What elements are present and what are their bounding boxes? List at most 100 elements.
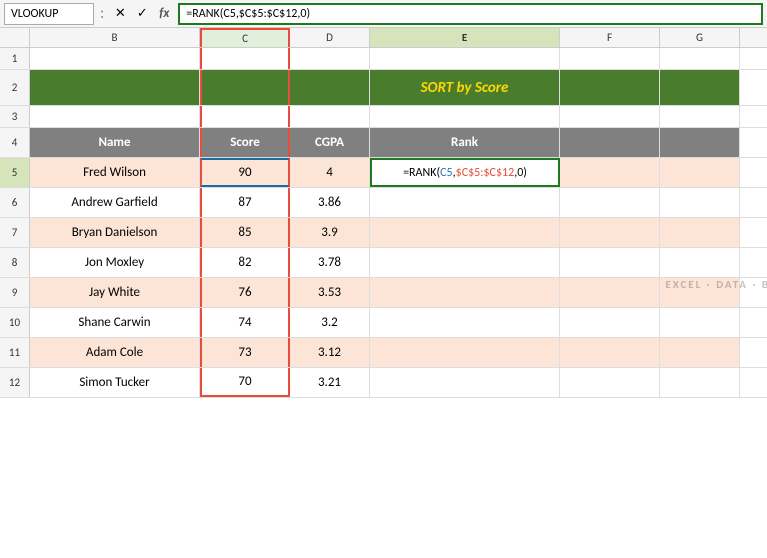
- cell-d3[interactable]: [290, 106, 370, 127]
- cell-c12[interactable]: 70: [200, 368, 290, 397]
- cell-c5[interactable]: 90: [200, 158, 290, 187]
- cell-e5[interactable]: =RANK(C5,$C$5:$C$12,0): [370, 158, 560, 187]
- cell-b12[interactable]: Simon Tucker: [30, 368, 200, 397]
- cell-d1[interactable]: [290, 48, 370, 69]
- cell-c9[interactable]: 76: [200, 278, 290, 307]
- cell-d5[interactable]: 4: [290, 158, 370, 187]
- cell-g8[interactable]: [660, 248, 740, 277]
- col-header-d[interactable]: D: [290, 28, 370, 47]
- cell-f7[interactable]: [560, 218, 660, 247]
- cell-g7[interactable]: [660, 218, 740, 247]
- cell-b11[interactable]: Adam Cole: [30, 338, 200, 367]
- cell-d12[interactable]: 3.21: [290, 368, 370, 397]
- col-header-g[interactable]: G: [660, 28, 740, 47]
- row-header-3[interactable]: 3: [0, 106, 30, 127]
- cell-f5[interactable]: [560, 158, 660, 187]
- cell-g5[interactable]: [660, 158, 740, 187]
- cell-e7[interactable]: [370, 218, 560, 247]
- cell-g11[interactable]: [660, 338, 740, 367]
- col-header-c[interactable]: C: [200, 28, 290, 47]
- corner-header: [0, 28, 30, 47]
- cell-c7[interactable]: 85: [200, 218, 290, 247]
- cell-d11[interactable]: 3.12: [290, 338, 370, 367]
- cell-f11[interactable]: [560, 338, 660, 367]
- row-header-5[interactable]: 5: [0, 158, 30, 187]
- cell-e4[interactable]: Rank: [370, 128, 560, 157]
- title-text: SORT by Score: [421, 79, 509, 97]
- cell-e1[interactable]: [370, 48, 560, 69]
- cell-b5[interactable]: Fred Wilson: [30, 158, 200, 187]
- cell-b3[interactable]: [30, 106, 200, 127]
- cell-d4[interactable]: CGPA: [290, 128, 370, 157]
- cell-e12[interactable]: [370, 368, 560, 397]
- row-header-9[interactable]: 9: [0, 278, 30, 307]
- cell-e2[interactable]: SORT by Score: [370, 70, 560, 105]
- cell-g4[interactable]: [660, 128, 740, 157]
- row-header-4[interactable]: 4: [0, 128, 30, 157]
- cell-g6[interactable]: [660, 188, 740, 217]
- cell-d9[interactable]: 3.53: [290, 278, 370, 307]
- cancel-icon[interactable]: ✕: [110, 4, 130, 24]
- cell-b1[interactable]: [30, 48, 200, 69]
- cell-b10[interactable]: Shane Carwin: [30, 308, 200, 337]
- cell-c4[interactable]: Score: [200, 128, 290, 157]
- row-header-12[interactable]: 12: [0, 368, 30, 397]
- row-header-2[interactable]: 2: [0, 70, 30, 105]
- cell-g1[interactable]: [660, 48, 740, 69]
- cell-f9[interactable]: [560, 278, 660, 307]
- cell-f4[interactable]: [560, 128, 660, 157]
- cell-f12[interactable]: [560, 368, 660, 397]
- cell-d10[interactable]: 3.2: [290, 308, 370, 337]
- cell-e9[interactable]: [370, 278, 560, 307]
- cell-e6[interactable]: [370, 188, 560, 217]
- cell-e10[interactable]: [370, 308, 560, 337]
- col-header-e[interactable]: E: [370, 28, 560, 47]
- row-header-7[interactable]: 7: [0, 218, 30, 247]
- cell-c10[interactable]: 74: [200, 308, 290, 337]
- cell-c3[interactable]: [200, 106, 290, 127]
- row-header-6[interactable]: 6: [0, 188, 30, 217]
- cell-d6[interactable]: 3.86: [290, 188, 370, 217]
- cell-c6[interactable]: 87: [200, 188, 290, 217]
- cell-f2[interactable]: [560, 70, 660, 105]
- row-header-1[interactable]: 1: [0, 48, 30, 69]
- row-header-10[interactable]: 10: [0, 308, 30, 337]
- cell-b2[interactable]: [30, 70, 200, 105]
- cell-c8[interactable]: 82: [200, 248, 290, 277]
- row-header-11[interactable]: 11: [0, 338, 30, 367]
- cell-c11[interactable]: 73: [200, 338, 290, 367]
- confirm-icon[interactable]: ✓: [132, 4, 152, 24]
- row-header-8[interactable]: 8: [0, 248, 30, 277]
- cell-d7[interactable]: 3.9: [290, 218, 370, 247]
- function-icon[interactable]: fx: [154, 4, 174, 24]
- name-box[interactable]: VLOOKUP: [4, 3, 94, 25]
- cell-b6[interactable]: Andrew Garfield: [30, 188, 200, 217]
- cell-g9[interactable]: [660, 278, 740, 307]
- cell-e8[interactable]: [370, 248, 560, 277]
- cell-b8[interactable]: Jon Moxley: [30, 248, 200, 277]
- cell-g2[interactable]: [660, 70, 740, 105]
- cell-f1[interactable]: [560, 48, 660, 69]
- formula-input[interactable]: [178, 3, 763, 25]
- col-header-f[interactable]: F: [560, 28, 660, 47]
- cell-g12[interactable]: [660, 368, 740, 397]
- row-6: 6 Andrew Garfield 87 3.86: [0, 188, 767, 218]
- cell-d2[interactable]: [290, 70, 370, 105]
- cell-f8[interactable]: [560, 248, 660, 277]
- cell-f6[interactable]: [560, 188, 660, 217]
- row-12: 12 Simon Tucker 70 3.21: [0, 368, 767, 398]
- cell-d8[interactable]: 3.78: [290, 248, 370, 277]
- col-header-b[interactable]: B: [30, 28, 200, 47]
- cell-b4[interactable]: Name: [30, 128, 200, 157]
- row-8: 8 Jon Moxley 82 3.78: [0, 248, 767, 278]
- cell-g3[interactable]: [660, 106, 740, 127]
- cell-g10[interactable]: [660, 308, 740, 337]
- cell-e11[interactable]: [370, 338, 560, 367]
- cell-c2[interactable]: [200, 70, 290, 105]
- cell-b7[interactable]: Bryan Danielson: [30, 218, 200, 247]
- cell-e3[interactable]: [370, 106, 560, 127]
- cell-f10[interactable]: [560, 308, 660, 337]
- cell-b9[interactable]: Jay White: [30, 278, 200, 307]
- cell-c1[interactable]: [200, 48, 290, 69]
- cell-f3[interactable]: [560, 106, 660, 127]
